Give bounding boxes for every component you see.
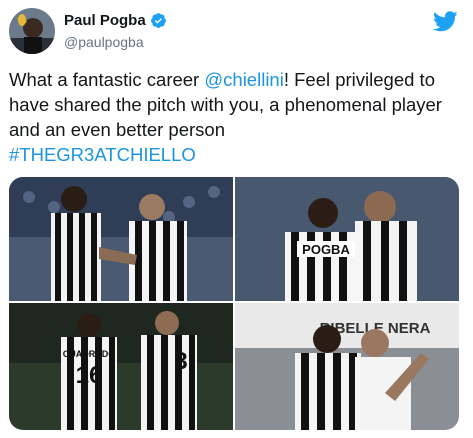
tweet-card: Paul Pogba @paulpogba What a fantastic c… <box>0 0 473 438</box>
photo-players-stadium <box>9 177 233 301</box>
twitter-bird-icon[interactable] <box>433 11 458 32</box>
mention-link[interactable]: @chiellini <box>204 69 283 90</box>
photo-3-shirt-number-1: 16 <box>76 362 103 389</box>
author-name-row: Paul Pogba <box>64 12 167 29</box>
hashtag-link[interactable]: #THEGR3ATCHIELLO <box>9 144 196 165</box>
photo-3[interactable]: CUADRADO 16 3 <box>9 303 233 430</box>
tweet-text-start: What a fantastic career <box>9 69 205 90</box>
verified-badge-icon <box>150 13 166 28</box>
photo-players-embrace: POGBA <box>235 177 459 301</box>
author-handle[interactable]: @paulpogba <box>64 34 144 50</box>
media-grid: POGBA CUADRADO 16 3 RIBELLE NERA <box>9 177 459 430</box>
photo-2[interactable]: POGBA <box>235 177 459 301</box>
photo-players-walking: CUADRADO 16 3 <box>9 303 233 430</box>
photo-1[interactable] <box>9 177 233 301</box>
display-name[interactable]: Paul Pogba <box>64 12 146 29</box>
photo-3-shirt-name: CUADRADO <box>63 349 116 359</box>
tweet-text: What a fantastic career @chiellini! Feel… <box>9 67 464 167</box>
avatar-photo <box>9 8 55 54</box>
photo-2-shirt-text: POGBA <box>302 242 350 257</box>
avatar[interactable] <box>9 8 55 54</box>
photo-4[interactable]: RIBELLE NERA <box>235 303 459 430</box>
photo-players-celebrate: RIBELLE NERA <box>235 303 459 430</box>
photo-3-shirt-number-2: 3 <box>174 348 187 375</box>
